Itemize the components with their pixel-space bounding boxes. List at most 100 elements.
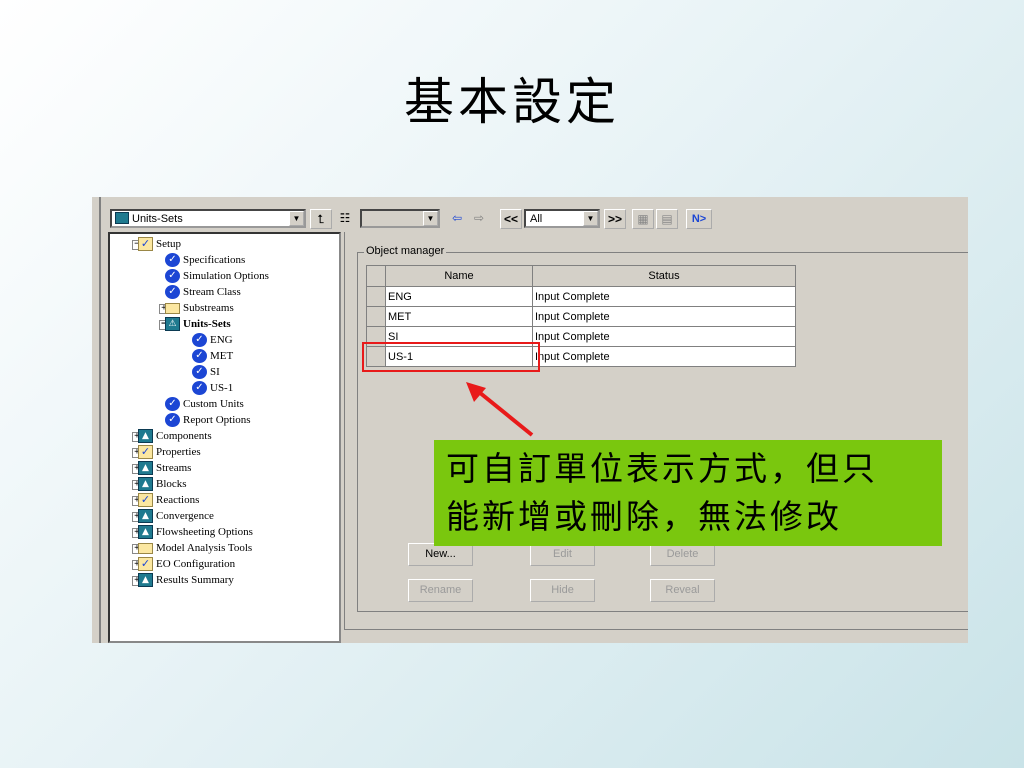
rename-button[interactable]: Rename	[408, 579, 473, 602]
filter-combo[interactable]: All ▼	[524, 209, 600, 228]
tree-item[interactable]: + Substreams	[159, 300, 234, 316]
report-icon[interactable]: ▤	[656, 209, 678, 229]
tree-item[interactable]: + ▲ Convergence	[132, 508, 214, 524]
column-header-status: Status	[532, 265, 796, 287]
delete-button[interactable]: Delete	[650, 543, 715, 566]
corner-cell	[366, 265, 386, 287]
callout-line-1: 可自訂單位表示方式，但只	[446, 449, 878, 488]
tree-item[interactable]: + ✓ EO Configuration	[132, 556, 236, 572]
tree-item[interactable]: − ✓ Setup	[132, 236, 182, 252]
tree-item-label: US-1	[210, 382, 234, 394]
next-required-button[interactable]: N>	[686, 209, 712, 229]
next-section-button[interactable]: >>	[604, 209, 626, 229]
highlight-box	[362, 342, 540, 372]
reveal-button[interactable]: Reveal	[650, 579, 715, 602]
forward-arrow-icon[interactable]: ⇨	[468, 209, 490, 229]
tree-item-label: Properties	[156, 446, 201, 458]
object-manager-pane: Object manager Name Status ENG Input Comp…	[344, 232, 968, 643]
triangle-folder-icon: ▲	[138, 429, 153, 443]
tree-item-label: Flowsheeting Options	[156, 526, 253, 538]
tree-item[interactable]: ✓ SI	[192, 364, 220, 380]
tree-item[interactable]: ✓ Specifications	[165, 252, 246, 268]
tree-item-label: Model Analysis Tools	[156, 542, 253, 554]
object-manager-group: Object manager Name Status ENG Input Comp…	[357, 245, 968, 612]
hide-button[interactable]: Hide	[530, 579, 595, 602]
new-button[interactable]: New...	[408, 543, 473, 566]
check-circle-icon: ✓	[165, 413, 180, 427]
folder-icon	[138, 543, 153, 554]
triangle-folder-icon: ▲	[138, 509, 153, 523]
status-bar	[344, 629, 968, 643]
tree-item-label: Results Summary	[156, 574, 234, 586]
table-row[interactable]: ENG Input Complete	[366, 286, 796, 307]
tree-view-icon[interactable]: ☷	[334, 209, 356, 229]
cell-name: ENG	[385, 286, 533, 307]
back-arrow-icon[interactable]: ⇦	[446, 209, 468, 229]
folder-up-button[interactable]: ⮤	[310, 209, 332, 229]
column-header-name: Name	[385, 265, 533, 287]
tree-item[interactable]: + ✓ Properties	[132, 444, 201, 460]
tree-item-label: Specifications	[183, 254, 246, 266]
row-selector[interactable]	[366, 306, 386, 327]
check-circle-icon: ✓	[165, 269, 180, 283]
row-selector[interactable]	[366, 286, 386, 307]
combo-value: Units-Sets	[132, 213, 183, 225]
tree-item[interactable]: − ⚠ Units-Sets	[159, 316, 231, 332]
check-circle-icon: ✓	[165, 253, 180, 267]
tree-item[interactable]: + ▲ Components	[132, 428, 212, 444]
tree-item[interactable]: ✓ MET	[192, 348, 234, 364]
annotation-arrow-icon	[466, 382, 534, 437]
tree-item[interactable]: + ▲ Flowsheeting Options	[132, 524, 253, 540]
tree-item-label: MET	[210, 350, 234, 362]
tree-item[interactable]: + ▲ Streams	[132, 460, 191, 476]
tree-item-label: Convergence	[156, 510, 214, 522]
tree-item[interactable]: ✓ Simulation Options	[165, 268, 269, 284]
tree-item-label: Units-Sets	[183, 318, 231, 330]
annotation-callout: 可自訂單位表示方式，但只 能新增或刪除，無法修改	[434, 440, 942, 546]
check-circle-icon: ✓	[165, 397, 180, 411]
filter-value: All	[530, 213, 543, 225]
notes-icon[interactable]: ▦	[632, 209, 654, 229]
previous-button[interactable]: <<	[500, 209, 522, 229]
tree-item-label: Reactions	[156, 494, 200, 506]
folder-icon	[115, 212, 129, 224]
table-row[interactable]: MET Input Complete	[366, 306, 796, 327]
tree-item-label: Blocks	[156, 478, 187, 490]
tree-item[interactable]: + ▲ Results Summary	[132, 572, 234, 588]
tree-item[interactable]: ✓ ENG	[192, 332, 233, 348]
tree-item-label: Simulation Options	[183, 270, 269, 282]
tree-item[interactable]: ✓ Report Options	[165, 412, 251, 428]
edit-button[interactable]: Edit	[530, 543, 595, 566]
tree-item[interactable]: + ▲ Blocks	[132, 476, 187, 492]
triangle-folder-icon: ▲	[138, 573, 153, 587]
tree-item[interactable]: + Model Analysis Tools	[132, 540, 253, 556]
tree-item[interactable]: ✓ Stream Class	[165, 284, 241, 300]
check-circle-icon: ✓	[192, 333, 207, 347]
object-combo[interactable]: ▼	[360, 209, 440, 228]
callout-line-2: 能新增或刪除，無法修改	[446, 497, 842, 536]
tree-item-label: Stream Class	[183, 286, 241, 298]
navigation-tree: − ✓ Setup ✓ Specifications ✓ Simulation Option…	[108, 232, 341, 643]
tree-item-label: Report Options	[183, 414, 251, 426]
group-label: Object manager	[364, 245, 447, 257]
chevron-down-icon[interactable]: ▼	[583, 211, 598, 226]
chevron-down-icon[interactable]: ▼	[289, 211, 304, 226]
tree-item[interactable]: ✓ Custom Units	[165, 396, 244, 412]
units-sets-combo[interactable]: Units-Sets ▼	[110, 209, 306, 228]
cell-status: Input Complete	[532, 306, 796, 327]
tree-item-label: Setup	[156, 238, 182, 250]
chevron-down-icon[interactable]: ▼	[423, 211, 438, 226]
folder-check-icon: ✓	[138, 557, 153, 571]
tree-item[interactable]: ✓ US-1	[192, 380, 234, 396]
check-circle-icon: ✓	[165, 285, 180, 299]
cell-status: Input Complete	[532, 286, 796, 307]
window-edge	[92, 197, 101, 643]
tree-item-label: EO Configuration	[156, 558, 236, 570]
slide-title: 基本設定	[404, 73, 620, 131]
check-circle-icon: ✓	[192, 349, 207, 363]
tree-item[interactable]: + ✓ Reactions	[132, 492, 200, 508]
tree-item-label: Components	[156, 430, 212, 442]
tree-item-label: SI	[210, 366, 220, 378]
folder-open-icon: ⚠	[165, 317, 180, 331]
triangle-folder-icon: ▲	[138, 525, 153, 539]
